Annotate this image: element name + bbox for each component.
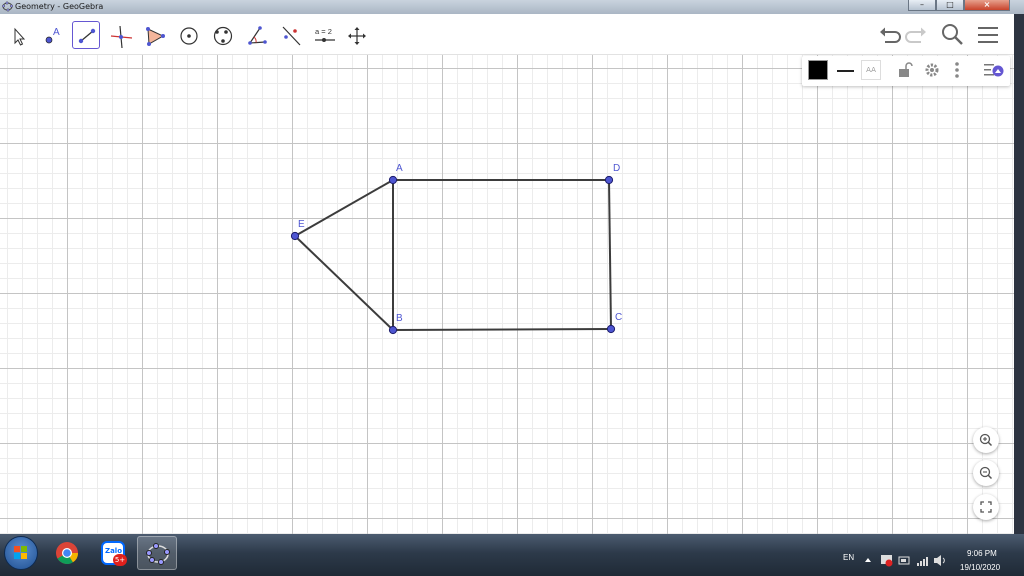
segment-icon: [78, 28, 96, 44]
zoom-in-icon: [979, 433, 993, 447]
chrome-icon[interactable]: [47, 536, 87, 570]
zoom-in-button[interactable]: [973, 427, 999, 453]
settings-icon[interactable]: [922, 60, 942, 80]
point-label-b: B: [396, 313, 403, 324]
point-e[interactable]: [290, 231, 300, 241]
show-hidden-icons-icon[interactable]: [864, 556, 872, 564]
undo-icon[interactable]: [876, 22, 902, 48]
point-c[interactable]: [606, 324, 616, 334]
points: [290, 175, 616, 335]
tool-angle[interactable]: [242, 21, 270, 49]
point-b[interactable]: [388, 325, 398, 335]
reflect-icon: [282, 26, 301, 46]
tool-move[interactable]: [3, 21, 31, 49]
point-label-c: C: [615, 312, 623, 323]
geogebra-app-icon: [2, 1, 13, 12]
label-style-icon[interactable]: AA: [861, 60, 881, 80]
slider-tool-label: a = 2: [315, 27, 332, 36]
arrow-pointer-icon: [14, 27, 26, 46]
zalo-notification-badge: 5+: [113, 554, 127, 566]
point-d[interactable]: [604, 175, 614, 185]
circle-center-icon: [180, 27, 198, 45]
tool-circle-three-points[interactable]: [208, 21, 236, 49]
point-tool-label: A: [53, 27, 60, 38]
segment-cb[interactable]: [392, 328, 612, 331]
segment-eb[interactable]: [294, 235, 394, 331]
segment-dc[interactable]: [608, 179, 612, 330]
graphics-view[interactable]: A B C D E: [0, 55, 1014, 534]
geogebra-logo-icon: [146, 543, 170, 565]
toolbar: A a = 2: [0, 14, 1014, 55]
window-controls: – □ ×: [908, 0, 1010, 12]
tool-segment[interactable]: [72, 21, 100, 49]
segments: [294, 179, 612, 331]
point-label-e: E: [298, 219, 305, 230]
tool-reflect[interactable]: [276, 21, 304, 49]
point-label-d: D: [613, 163, 621, 174]
slider-icon: a = 2: [315, 27, 335, 42]
window-title: Geometry - GeoGebra: [15, 2, 104, 11]
minimize-button[interactable]: –: [908, 0, 936, 11]
windows-logo-icon: [14, 546, 27, 559]
fullscreen-icon: [980, 501, 992, 513]
zoom-out-icon: [979, 466, 993, 480]
tool-polygon[interactable]: [140, 21, 168, 49]
window-right-edge: [1014, 14, 1024, 534]
tool-slider[interactable]: a = 2: [310, 21, 338, 49]
power-icon[interactable]: [898, 554, 912, 567]
tool-perpendicular-line[interactable]: [106, 21, 134, 49]
language-indicator[interactable]: EN: [843, 553, 854, 562]
style-bar: AA: [802, 56, 1010, 86]
volume-icon[interactable]: [933, 554, 947, 567]
tool-point[interactable]: A: [38, 21, 66, 49]
circle-three-points-icon: [213, 26, 233, 46]
move-view-icon: [348, 27, 366, 45]
line-style-icon[interactable]: [837, 70, 854, 72]
zoom-out-button[interactable]: [973, 460, 999, 486]
angle-icon: [248, 26, 267, 45]
geometry-figure: [290, 175, 616, 335]
tool-circle-center-point[interactable]: [174, 21, 202, 49]
menu-icon[interactable]: [975, 22, 1001, 48]
lock-icon[interactable]: [895, 60, 915, 80]
zalo-icon[interactable]: Zalo 5+: [92, 536, 132, 570]
redo-icon[interactable]: [904, 22, 930, 48]
perpendicular-line-icon: [110, 25, 133, 49]
style-bar-toggle-icon[interactable]: [982, 60, 1006, 80]
color-swatch-icon[interactable]: [808, 60, 828, 80]
action-center-icon[interactable]: [880, 554, 894, 567]
polygon-icon: [146, 27, 165, 46]
geogebra-app: A a = 2 A B C D E AA: [0, 14, 1014, 534]
more-vertical-icon[interactable]: [950, 60, 964, 80]
close-button[interactable]: ×: [964, 0, 1010, 11]
window-title-bar: Geometry - GeoGebra – □ ×: [0, 0, 1024, 14]
taskbar: Zalo 5+ EN 9:06 PM 19/10/2020: [0, 534, 1024, 576]
fullscreen-button[interactable]: [973, 494, 999, 520]
tool-move-graphics-view[interactable]: [342, 21, 370, 49]
maximize-button[interactable]: □: [936, 0, 964, 11]
clock-time[interactable]: 9:06 PM: [967, 549, 997, 558]
clock-date[interactable]: 19/10/2020: [960, 563, 1000, 572]
chrome-logo-icon: [56, 542, 78, 564]
search-icon[interactable]: [940, 22, 966, 48]
point-label-a: A: [396, 163, 403, 174]
point-a[interactable]: [388, 175, 398, 185]
windows-start-icon[interactable]: [4, 536, 38, 570]
network-icon[interactable]: [916, 554, 930, 567]
point-icon: A: [45, 27, 60, 44]
geogebra-icon[interactable]: [137, 536, 177, 570]
segment-ae[interactable]: [294, 179, 394, 237]
